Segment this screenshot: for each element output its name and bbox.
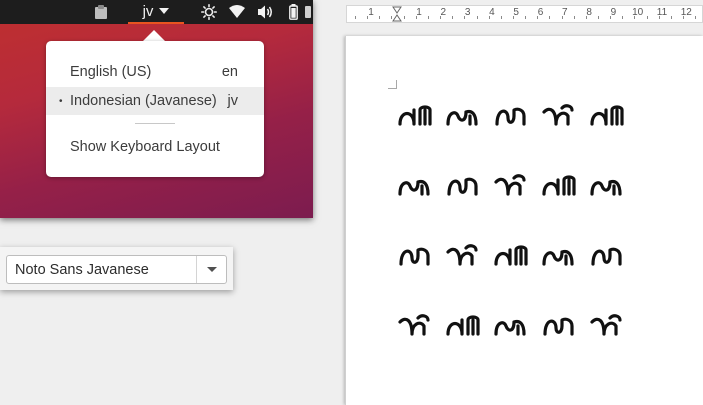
ruler-number: 9 bbox=[610, 7, 617, 18]
ruler-tick bbox=[512, 16, 514, 19]
ruler-tick bbox=[585, 16, 587, 19]
battery-icon[interactable] bbox=[286, 0, 300, 24]
top-bar: jv bbox=[0, 0, 313, 24]
font-name-input[interactable] bbox=[7, 256, 195, 283]
ruler-tick bbox=[403, 16, 405, 19]
menu-item-label: Show Keyboard Layout bbox=[70, 139, 220, 155]
system-menu-icon[interactable] bbox=[302, 0, 313, 24]
text-line: ꦥꦒ ꦩꦩ ꦢꦩ ꦢꦔ ꦢꦩ bbox=[398, 306, 624, 346]
menu-item-show-keyboard-layout[interactable]: Show Keyboard Layout bbox=[46, 133, 264, 161]
font-name-combobox[interactable] bbox=[6, 255, 227, 284]
javanese-word: ꦲꦏ bbox=[446, 244, 478, 266]
ruler-tick bbox=[537, 16, 539, 19]
volume-icon[interactable] bbox=[256, 0, 274, 24]
keyboard-layout-label: jv bbox=[142, 2, 154, 20]
javanese-word: ꦭꦤ bbox=[542, 175, 576, 196]
indent-marker-icon[interactable] bbox=[392, 6, 402, 22]
ruler-tick bbox=[573, 16, 575, 19]
clipboard-icon[interactable] bbox=[92, 0, 110, 24]
text-line: ꦭꦤ ꦲꦏ ꦲꦏ ꦭꦤ ꦢꦩ bbox=[398, 236, 624, 276]
text-line: ꦭꦤ ꦲꦏ ꦫꦗ ꦧꦤ ꦲꦏ bbox=[398, 96, 624, 136]
javanese-word: ꦭꦤ bbox=[398, 105, 432, 126]
ruler-tick bbox=[634, 16, 636, 19]
chevron-down-icon bbox=[206, 267, 217, 272]
ruler-tick bbox=[561, 16, 563, 19]
menu-item-label: Indonesian (Javanese) bbox=[70, 93, 217, 109]
ruler-tick bbox=[695, 16, 697, 19]
wifi-icon[interactable] bbox=[228, 0, 246, 24]
ruler-number: 7 bbox=[562, 7, 568, 18]
ruler-tick bbox=[476, 16, 478, 19]
menu-item-label: English (US) bbox=[70, 64, 152, 80]
ruler-tick bbox=[610, 16, 612, 19]
menu-item-english-us[interactable]: English (US) en bbox=[46, 58, 264, 86]
ruler-tick bbox=[452, 16, 454, 19]
ruler-number: 6 bbox=[537, 7, 544, 18]
javanese-word: ꦫꦗ bbox=[494, 174, 526, 196]
javanese-word: ꦢꦩ bbox=[590, 314, 622, 336]
ruler-number: 5 bbox=[513, 7, 519, 18]
ruler-tick bbox=[646, 16, 648, 19]
javanese-word: ꦲꦏ bbox=[590, 105, 624, 126]
ruler-tick bbox=[379, 16, 381, 19]
javanese-word: ꦢꦔ bbox=[543, 317, 574, 336]
ruler-number: 8 bbox=[586, 7, 592, 18]
javanese-word: ꦲꦏ bbox=[494, 245, 528, 266]
ruler-tick bbox=[525, 16, 527, 19]
ruler-tick bbox=[367, 16, 369, 19]
document-page[interactable]: ꦭꦤ ꦲꦏ ꦫꦗ ꦧꦤ ꦲꦏ ꦲꦏ ꦭꦤ ꦫꦗ ꦭꦤ ꦯꦤ ꦭꦤ ꦲꦏ ꦲꦏ ꦭꦤ ꦢꦩ ꦥꦒ ꦩꦩ ꦢꦩ ꦢ… bbox=[345, 36, 703, 405]
javanese-word: ꦭꦤ bbox=[447, 177, 478, 196]
ruler-tick bbox=[355, 16, 356, 19]
ruler-tick bbox=[622, 16, 624, 19]
javanese-word: ꦯꦤ bbox=[590, 179, 622, 196]
ruler-tick bbox=[427, 16, 429, 19]
ruler-tick bbox=[391, 16, 393, 19]
selected-bullet-icon: • bbox=[59, 95, 63, 107]
desktop-wallpaper: jv English (US) en • Indonesian (Javanes… bbox=[0, 0, 313, 218]
javanese-word: ꦧꦤ bbox=[542, 104, 574, 126]
ruler-tick bbox=[658, 16, 660, 19]
ruler-tick bbox=[549, 16, 551, 19]
javanese-word: ꦥꦒ bbox=[398, 314, 430, 336]
javanese-word: ꦫꦗ bbox=[495, 107, 526, 126]
brightness-icon[interactable] bbox=[200, 0, 218, 24]
ruler-number: 3 bbox=[464, 7, 471, 18]
margin-corner-mark bbox=[388, 80, 397, 89]
ruler-tick bbox=[440, 16, 442, 19]
javanese-word: ꦭꦤ bbox=[399, 247, 430, 266]
javanese-word: ꦢꦩ bbox=[591, 247, 622, 266]
ruler-tick bbox=[683, 16, 685, 19]
menu-pointer bbox=[143, 30, 165, 41]
ruler-number: 4 bbox=[489, 7, 495, 18]
text-line: ꦲꦏ ꦭꦤ ꦫꦗ ꦭꦤ ꦯꦤ bbox=[398, 166, 624, 206]
menu-item-indonesian-javanese[interactable]: • Indonesian (Javanese) jv bbox=[46, 87, 264, 115]
menu-separator bbox=[135, 123, 175, 124]
ruler-tick bbox=[415, 16, 417, 19]
menu-item-code: en bbox=[221, 64, 238, 80]
ruler-tick bbox=[488, 16, 490, 19]
ruler-tick bbox=[670, 16, 672, 19]
keyboard-layout-indicator[interactable]: jv bbox=[128, 0, 184, 24]
menu-item-code: jv bbox=[227, 93, 238, 109]
javanese-word: ꦲꦏ bbox=[398, 179, 430, 196]
ruler-number: 2 bbox=[440, 7, 447, 18]
chevron-down-icon bbox=[159, 8, 170, 14]
ruler-tick bbox=[500, 16, 502, 19]
javanese-word: ꦲꦏ bbox=[446, 109, 478, 126]
ruler-tick bbox=[464, 16, 466, 19]
ruler-tick bbox=[598, 16, 599, 19]
horizontal-ruler[interactable]: 1 1 2 3 4 5 6 7 8 9 10 11 12 bbox=[346, 5, 703, 23]
javanese-word: ꦩꦩ bbox=[446, 315, 480, 336]
ruler-number: 1 bbox=[416, 7, 422, 18]
font-toolbar bbox=[0, 247, 233, 290]
font-dropdown-button[interactable] bbox=[196, 256, 226, 283]
ruler-number: 1 bbox=[368, 7, 374, 18]
javanese-word: ꦭꦤ bbox=[542, 249, 574, 266]
javanese-word: ꦢꦩ bbox=[494, 319, 526, 336]
keyboard-layout-menu: English (US) en • Indonesian (Javanese) … bbox=[46, 41, 264, 177]
